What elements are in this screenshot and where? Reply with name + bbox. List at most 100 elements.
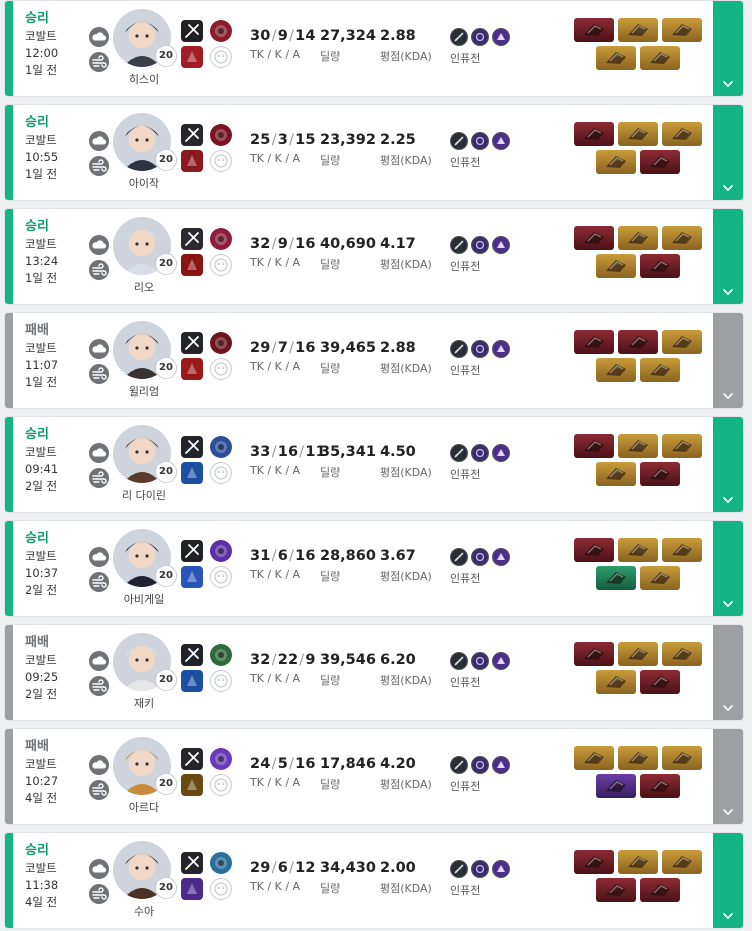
item-icon[interactable]: [596, 46, 636, 70]
item-icon[interactable]: [640, 150, 680, 174]
augment-icon[interactable]: [492, 340, 510, 358]
skill-icon[interactable]: [210, 540, 232, 562]
skill-icon[interactable]: [210, 20, 232, 42]
skill-icon[interactable]: [210, 124, 232, 146]
item-icon[interactable]: [662, 122, 702, 146]
item-icon[interactable]: [574, 18, 614, 42]
trait-icon[interactable]: [181, 774, 203, 796]
match-card[interactable]: 승리 코발트 10:55 1일 전 20 아이작 25/3/15 TK / K …: [4, 104, 744, 201]
expand-toggle[interactable]: [713, 833, 743, 928]
augment-icon[interactable]: [492, 652, 510, 670]
augment-icon[interactable]: [471, 860, 489, 878]
augment-icon[interactable]: [492, 28, 510, 46]
item-icon[interactable]: [618, 538, 658, 562]
augment-icon[interactable]: [471, 444, 489, 462]
weapon-skill-icon[interactable]: [181, 644, 203, 666]
augment-icon[interactable]: [492, 236, 510, 254]
weapon-skill-icon[interactable]: [181, 20, 203, 42]
skill-icon[interactable]: [210, 852, 232, 874]
augment-icon[interactable]: [450, 860, 468, 878]
augment-icon[interactable]: [492, 860, 510, 878]
item-icon[interactable]: [662, 434, 702, 458]
expand-toggle[interactable]: [713, 625, 743, 720]
augment-icon[interactable]: [471, 756, 489, 774]
weapon-skill-icon[interactable]: [181, 228, 203, 250]
expand-toggle[interactable]: [713, 1, 743, 96]
augment-icon[interactable]: [492, 444, 510, 462]
trait-icon[interactable]: [181, 462, 203, 484]
item-icon[interactable]: [596, 670, 636, 694]
item-icon[interactable]: [618, 642, 658, 666]
item-icon[interactable]: [618, 18, 658, 42]
match-card[interactable]: 패배 코발트 09:25 2일 전 20 재키 32/22/9 TK / K /…: [4, 624, 744, 721]
skill-icon[interactable]: [210, 748, 232, 770]
item-icon[interactable]: [640, 670, 680, 694]
item-icon[interactable]: [662, 330, 702, 354]
augment-icon[interactable]: [471, 548, 489, 566]
weapon-skill-icon[interactable]: [181, 540, 203, 562]
augment-icon[interactable]: [471, 652, 489, 670]
trait-icon[interactable]: [181, 46, 203, 68]
trait-icon[interactable]: [181, 358, 203, 380]
trait-icon[interactable]: [181, 150, 203, 172]
trait-icon[interactable]: [181, 566, 203, 588]
item-icon[interactable]: [574, 434, 614, 458]
item-icon[interactable]: [662, 642, 702, 666]
item-icon[interactable]: [662, 226, 702, 250]
augment-icon[interactable]: [450, 548, 468, 566]
item-icon[interactable]: [662, 538, 702, 562]
match-card[interactable]: 승리 코발트 13:24 1일 전 20 리오 32/9/16 TK / K /…: [4, 208, 744, 305]
weapon-skill-icon[interactable]: [181, 852, 203, 874]
weapon-skill-icon[interactable]: [181, 124, 203, 146]
weapon-skill-icon[interactable]: [181, 748, 203, 770]
augment-icon[interactable]: [471, 132, 489, 150]
augment-icon[interactable]: [471, 28, 489, 46]
augment-icon[interactable]: [450, 444, 468, 462]
item-icon[interactable]: [596, 150, 636, 174]
match-card[interactable]: 승리 코발트 12:00 1일 전 20 히스이 30/9/14 TK / K …: [4, 0, 744, 97]
item-icon[interactable]: [596, 462, 636, 486]
item-icon[interactable]: [640, 254, 680, 278]
match-card[interactable]: 승리 코발트 11:38 4일 전 20 수아 29/6/12 TK / K /…: [4, 832, 744, 929]
item-icon[interactable]: [596, 254, 636, 278]
item-icon[interactable]: [618, 226, 658, 250]
trait-icon[interactable]: [181, 254, 203, 276]
item-icon[interactable]: [618, 850, 658, 874]
augment-icon[interactable]: [450, 652, 468, 670]
augment-icon[interactable]: [492, 132, 510, 150]
expand-toggle[interactable]: [713, 313, 743, 408]
item-icon[interactable]: [618, 746, 658, 770]
skill-icon[interactable]: [210, 332, 232, 354]
skill-icon[interactable]: [210, 644, 232, 666]
item-icon[interactable]: [662, 746, 702, 770]
item-icon[interactable]: [640, 462, 680, 486]
skill-icon[interactable]: [210, 436, 232, 458]
item-icon[interactable]: [618, 122, 658, 146]
match-card[interactable]: 승리 코발트 10:37 2일 전 20 아비게일 31/6/16 TK / K…: [4, 520, 744, 617]
item-icon[interactable]: [640, 358, 680, 382]
augment-icon[interactable]: [471, 236, 489, 254]
weapon-skill-icon[interactable]: [181, 436, 203, 458]
item-icon[interactable]: [640, 878, 680, 902]
item-icon[interactable]: [618, 330, 658, 354]
item-icon[interactable]: [662, 18, 702, 42]
augment-icon[interactable]: [450, 28, 468, 46]
item-icon[interactable]: [574, 330, 614, 354]
augment-icon[interactable]: [450, 132, 468, 150]
augment-icon[interactable]: [471, 340, 489, 358]
weapon-skill-icon[interactable]: [181, 332, 203, 354]
item-icon[interactable]: [596, 566, 636, 590]
item-icon[interactable]: [596, 878, 636, 902]
trait-icon[interactable]: [181, 670, 203, 692]
item-icon[interactable]: [574, 122, 614, 146]
item-icon[interactable]: [596, 358, 636, 382]
item-icon[interactable]: [574, 538, 614, 562]
match-card[interactable]: 패배 코발트 11:07 1일 전 20 윌리엄 29/7/16 TK / K …: [4, 312, 744, 409]
augment-icon[interactable]: [450, 236, 468, 254]
match-card[interactable]: 패배 코발트 10:27 4일 전 20 아르다 24/5/16 TK / K …: [4, 728, 744, 825]
item-icon[interactable]: [640, 46, 680, 70]
item-icon[interactable]: [574, 642, 614, 666]
expand-toggle[interactable]: [713, 521, 743, 616]
skill-icon[interactable]: [210, 228, 232, 250]
item-icon[interactable]: [596, 774, 636, 798]
